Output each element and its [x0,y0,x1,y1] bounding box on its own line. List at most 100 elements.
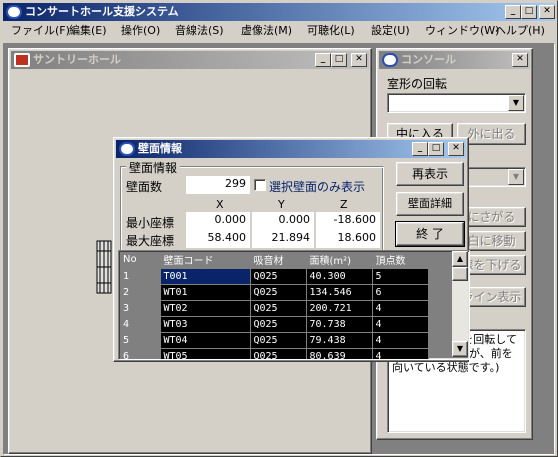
row-code[interactable]: WT05 [160,348,251,359]
menu-auralization[interactable]: 可聴化(L) [307,22,355,40]
close-button[interactable]: ✕ [539,5,555,19]
console-title-bar: コンソール ✕ [379,51,530,69]
row-material[interactable]: Q025 [250,284,307,301]
app-title: コンサートホール支援システム [25,5,179,18]
table-row[interactable]: 5 WT04 Q025 79.438 4 [120,332,429,349]
hall-window-icon [14,53,30,67]
col-z-label: Z [340,198,348,211]
wall-info-group-label: 壁面情報 [126,159,181,176]
table-row[interactable]: 4 WT03 Q025 70.738 4 [120,316,429,333]
wall-maximize-button[interactable]: □ [428,142,444,156]
min-z-field: -18.600 [316,212,380,230]
max-x-field: 58.400 [186,230,250,248]
row-area[interactable]: 40.300 [306,268,373,285]
row-material[interactable]: Q025 [250,316,307,333]
wall-count-label: 壁面数 [126,180,163,194]
header-area: 面積(m²) [306,252,373,269]
row-area[interactable]: 80.639 [306,348,373,359]
maximize-button[interactable]: □ [521,5,537,19]
hall-model-drawing [96,240,112,294]
row-code[interactable]: T001 [160,268,251,285]
console-icon [382,53,398,67]
max-coord-label: 最大座標 [126,234,175,248]
row-code[interactable]: WT02 [160,300,251,317]
row-code[interactable]: WT03 [160,316,251,333]
menu-help[interactable]: ヘルプ(H) [495,22,545,40]
menu-bar: ファイル(F) 編集(E) 操作(O) 音線法(S) 虚像法(M) 可聴化(L)… [3,22,555,40]
row-no: 4 [120,316,161,333]
hall-close-button[interactable]: ✕ [351,53,367,67]
menu-ray-method[interactable]: 音線法(S) [175,22,224,40]
row-area[interactable]: 200.721 [306,300,373,317]
wall-detail-button[interactable]: 壁面詳細 [396,192,464,216]
menu-file[interactable]: ファイル(F) [11,22,70,40]
col-y-label: Y [278,198,285,211]
menu-operation[interactable]: 操作(O) [121,22,160,40]
redisplay-button[interactable]: 再表示 [396,162,464,186]
minimize-button[interactable]: _ [505,5,521,19]
hall-minimize-button[interactable]: _ [315,53,331,67]
min-x-field: 0.000 [186,212,250,230]
wall-dialog-icon [119,142,135,156]
wall-close-button[interactable]: ✕ [448,142,464,156]
only-selected-checkbox[interactable] [254,179,266,191]
console-title: コンソール [401,53,456,66]
wall-dialog-title: 壁面情報 [138,142,182,155]
row-area[interactable]: 70.738 [306,316,373,333]
row-material[interactable]: Q025 [250,332,307,349]
menu-window[interactable]: ウィンドウ(W) [425,22,499,40]
row-vertices[interactable]: 4 [372,316,429,333]
row-vertices[interactable]: 4 [372,348,429,359]
row-code[interactable]: WT01 [160,284,251,301]
chevron-down-icon[interactable]: ▼ [508,95,524,111]
wall-table: No 壁面コード 吸音材 面積(m²) 頂点数 1 T001 Q025 40.3… [118,250,470,360]
table-header-row: No 壁面コード 吸音材 面積(m²) 頂点数 [120,252,429,269]
row-vertices[interactable]: 6 [372,284,429,301]
row-no: 1 [120,268,161,285]
console-close-button[interactable]: ✕ [512,53,528,67]
wall-minimize-button[interactable]: _ [412,142,428,156]
row-vertices[interactable]: 4 [372,300,429,317]
row-material[interactable]: Q025 [250,268,307,285]
app-icon [6,5,22,19]
header-vertices: 頂点数 [372,252,429,269]
scroll-down-button[interactable]: ▼ [452,341,468,357]
hall-maximize-button[interactable]: □ [331,53,347,67]
table-row[interactable]: 2 WT01 Q025 134.546 6 [120,284,429,301]
rotate-select[interactable]: ▼ [387,93,526,113]
finish-button[interactable]: 終 了 [395,221,465,247]
scroll-thumb[interactable] [452,267,468,281]
col-x-label: X [216,198,224,211]
row-code[interactable]: WT04 [160,332,251,349]
menu-image-method[interactable]: 虚像法(M) [241,22,292,40]
rotate-label: 室形の回転 [387,77,448,91]
row-vertices[interactable]: 5 [372,268,429,285]
row-no: 6 [120,348,161,359]
row-vertices[interactable]: 4 [372,332,429,349]
header-material: 吸音材 [250,252,307,269]
wall-count-field: 299 [186,176,250,194]
chevron-down-icon[interactable]: ▼ [508,169,524,185]
table-row[interactable]: 1 T001 Q025 40.300 5 [120,268,429,285]
row-area[interactable]: 79.438 [306,332,373,349]
row-area[interactable]: 134.546 [306,284,373,301]
table-row[interactable]: 6 WT05 Q025 80.639 4 [120,348,429,359]
table-scrollbar[interactable]: ▲ ▼ [452,251,468,357]
wall-dialog-title-bar: 壁面情報 _ □ ✕ [116,140,466,158]
min-y-field: 0.000 [252,212,314,230]
row-no: 5 [120,332,161,349]
row-material[interactable]: Q025 [250,348,307,359]
only-selected-label[interactable]: 選択壁面のみ表示 [269,178,365,195]
menu-edit[interactable]: 編集(E) [69,22,107,40]
wall-grid: No 壁面コード 吸音材 面積(m²) 頂点数 1 T001 Q025 40.3… [120,252,429,359]
menu-settings[interactable]: 設定(U) [371,22,410,40]
table-row[interactable]: 3 WT02 Q025 200.721 4 [120,300,429,317]
min-coord-label: 最小座標 [126,216,175,230]
hall-title-bar: サントリーホール _ □ ✕ [11,51,369,69]
scroll-up-button[interactable]: ▲ [452,251,468,267]
row-no: 3 [120,300,161,317]
wall-info-dialog: 壁面情報 _ □ ✕ 壁面情報 壁面数 299 選択壁面のみ表示 X Y Z 最… [113,137,470,362]
hall-title: サントリーホール [33,53,121,66]
max-z-field: 18.600 [316,230,380,248]
row-material[interactable]: Q025 [250,300,307,317]
